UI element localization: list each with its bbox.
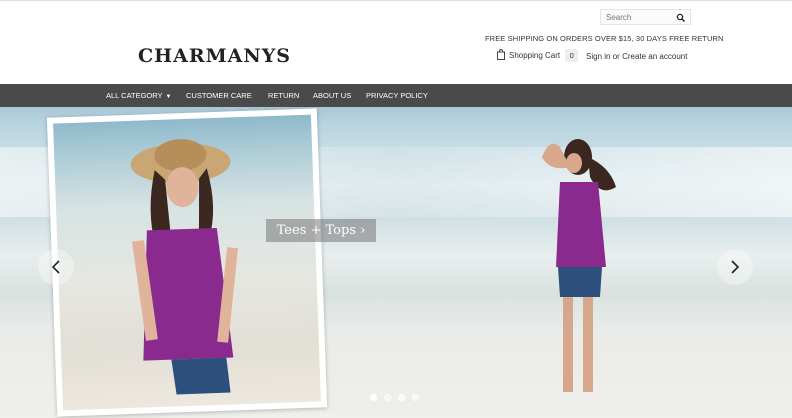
shopping-bag-icon xyxy=(496,49,506,62)
nav-item-all-category[interactable]: ALL CATEGORY ▼ xyxy=(106,84,172,107)
slider-dot-3[interactable] xyxy=(398,394,405,401)
hero-model-left-image xyxy=(130,139,239,395)
caret-down-icon: ▼ xyxy=(165,94,172,100)
nav-item-about-us[interactable]: ABOUT US xyxy=(313,84,351,107)
cart-count-badge: 0 xyxy=(565,49,579,62)
search-icon[interactable] xyxy=(675,11,687,23)
slider-dot-2[interactable] xyxy=(384,394,391,401)
create-account-link[interactable]: Create an account xyxy=(622,52,687,61)
search-box[interactable] xyxy=(600,9,691,25)
site-logo[interactable]: CHARMANYS xyxy=(138,45,291,67)
sign-in-link[interactable]: Sign in xyxy=(586,52,610,61)
chevron-left-icon xyxy=(51,260,60,274)
hero-slider[interactable]: Tees + Tops › xyxy=(0,107,792,418)
featured-photo xyxy=(53,114,321,411)
slider-prev-button[interactable] xyxy=(38,249,74,285)
nav-item-return[interactable]: RETURN xyxy=(268,84,299,107)
nav-item-privacy-policy[interactable]: PRIVACY POLICY xyxy=(366,84,428,107)
shipping-promo: FREE SHIPPING ON ORDERS OVER $15, 30 DAY… xyxy=(485,34,724,43)
hero-model-right-image xyxy=(542,139,616,392)
nav-item-customer-care[interactable]: CUSTOMER CARE xyxy=(186,84,252,107)
site-header: CHARMANYS FREE SHIPPING ON ORDERS OVER $… xyxy=(0,0,792,84)
account-links: Sign in or Create an account xyxy=(586,52,687,61)
shopping-cart-link[interactable]: Shopping Cart 0 xyxy=(496,49,579,62)
featured-photo-frame xyxy=(46,108,328,417)
main-nav: ALL CATEGORY ▼ CUSTOMER CARE RETURN ABOUT… xyxy=(0,84,792,107)
search-input[interactable] xyxy=(601,10,675,24)
slider-pagination xyxy=(370,394,419,401)
slider-dot-4[interactable] xyxy=(412,394,419,401)
slider-dot-1[interactable] xyxy=(370,394,377,401)
slider-next-button[interactable] xyxy=(717,249,753,285)
slide-caption-link[interactable]: Tees + Tops › xyxy=(266,219,376,242)
chevron-right-icon xyxy=(731,260,740,274)
cart-label: Shopping Cart xyxy=(509,51,561,60)
account-or-text: or xyxy=(612,52,620,61)
nav-item-label: ALL CATEGORY xyxy=(106,91,163,100)
